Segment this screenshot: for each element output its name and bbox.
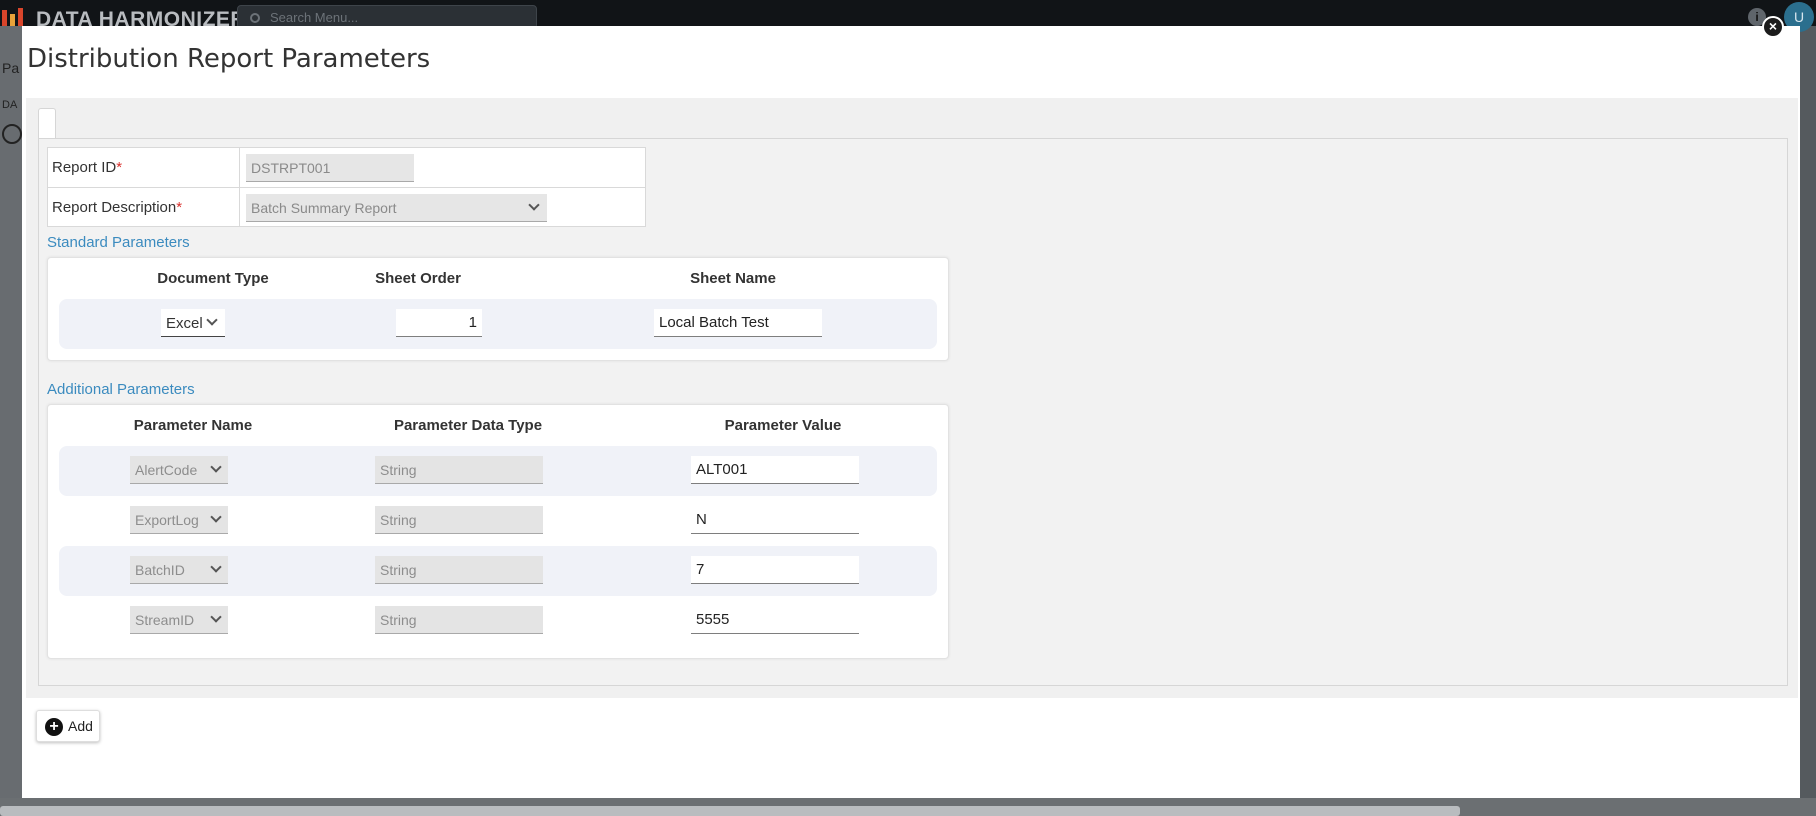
parameter-data-type-field: String bbox=[375, 556, 543, 584]
parameter-value-input[interactable]: 5555 bbox=[691, 606, 859, 634]
parameter-name-value: BatchID bbox=[135, 562, 185, 578]
chevron-down-icon bbox=[210, 611, 222, 623]
parameter-name-value: AlertCode bbox=[135, 462, 198, 478]
parameter-data-type-field: String bbox=[375, 606, 543, 634]
parameter-value-input[interactable]: 7 bbox=[691, 556, 859, 584]
report-description-label-text: Report Description bbox=[52, 199, 177, 216]
standard-parameters-row: Excel 1 Local Batch Test bbox=[59, 299, 937, 349]
column-header-sheet-name: Sheet Name bbox=[690, 270, 776, 287]
parameter-name-select: ExportLog bbox=[130, 506, 228, 534]
parameter-row: ExportLog String N bbox=[59, 496, 937, 546]
modal-title: Distribution Report Parameters bbox=[27, 44, 431, 74]
required-marker: * bbox=[176, 199, 183, 216]
parameter-name-value: ExportLog bbox=[135, 512, 199, 528]
additional-parameters-card: Parameter Name Parameter Data Type Param… bbox=[47, 404, 949, 659]
sheet-name-input[interactable]: Local Batch Test bbox=[654, 309, 822, 337]
column-header-parameter-value: Parameter Value bbox=[724, 417, 842, 434]
document-type-value: Excel bbox=[166, 315, 203, 332]
background-label: DA bbox=[2, 99, 18, 111]
additional-parameters-label: Additional Parameters bbox=[47, 381, 195, 398]
report-parameters-modal: Distribution Report Parameters Report ID… bbox=[22, 26, 1800, 798]
chevron-down-icon bbox=[210, 461, 222, 473]
add-button-label: Add bbox=[68, 718, 93, 734]
menu-search-placeholder: Search Menu... bbox=[270, 10, 359, 25]
report-info-table: Report ID* DSTRPT001 Report Description*… bbox=[47, 147, 646, 227]
column-header-sheet-order: Sheet Order bbox=[375, 270, 461, 287]
report-id-field: DSTRPT001 bbox=[246, 154, 414, 182]
chevron-down-icon bbox=[528, 199, 540, 211]
standard-parameters-card: Document Type Sheet Order Sheet Name Exc… bbox=[47, 257, 949, 361]
tab-content: Report ID* DSTRPT001 Report Description*… bbox=[38, 138, 1788, 686]
close-icon[interactable]: × bbox=[1762, 16, 1784, 38]
parameter-name-select: BatchID bbox=[130, 556, 228, 584]
parameter-name-select: AlertCode bbox=[130, 456, 228, 484]
report-description-label: Report Description* bbox=[48, 188, 240, 227]
background-breadcrumb: Pa bbox=[2, 60, 20, 76]
parameter-value-input[interactable]: N bbox=[691, 506, 859, 534]
chevron-down-icon bbox=[206, 314, 218, 326]
brand-logo-icon bbox=[2, 8, 32, 26]
add-parameter-button[interactable]: + Add bbox=[36, 710, 100, 742]
search-icon bbox=[250, 13, 260, 23]
sheet-order-input[interactable]: 1 bbox=[396, 309, 482, 337]
column-header-document-type: Document Type bbox=[157, 270, 269, 287]
document-type-select[interactable]: Excel bbox=[161, 309, 225, 337]
parameter-name-select: StreamID bbox=[130, 606, 228, 634]
chevron-down-icon bbox=[210, 511, 222, 523]
tab-parameters[interactable] bbox=[38, 108, 56, 138]
report-id-label: Report ID* bbox=[48, 148, 240, 187]
parameter-data-type-field: String bbox=[375, 456, 543, 484]
report-description-row: Report Description* Batch Summary Report bbox=[48, 188, 645, 228]
report-description-value: Batch Summary Report bbox=[251, 200, 397, 216]
app-topbar: DATA HARMONIZER Search Menu... i U bbox=[0, 0, 1816, 32]
report-id-label-text: Report ID bbox=[52, 159, 117, 176]
required-marker: * bbox=[116, 159, 123, 176]
standard-parameters-label: Standard Parameters bbox=[47, 234, 190, 251]
column-header-parameter-name: Parameter Name bbox=[133, 417, 253, 434]
report-id-row: Report ID* DSTRPT001 bbox=[48, 148, 645, 188]
background-page bbox=[0, 26, 22, 816]
modal-body-panel: Report ID* DSTRPT001 Report Description*… bbox=[26, 98, 1798, 698]
report-description-select: Batch Summary Report bbox=[246, 194, 547, 222]
parameter-row: BatchID String 7 bbox=[59, 546, 937, 596]
parameter-name-value: StreamID bbox=[135, 612, 195, 628]
parameter-row: AlertCode String ALT001 bbox=[59, 446, 937, 496]
parameter-row: StreamID String 5555 bbox=[59, 596, 937, 646]
horizontal-scrollbar[interactable] bbox=[0, 806, 1460, 816]
back-arrow-icon[interactable] bbox=[2, 124, 22, 144]
plus-circle-icon: + bbox=[45, 718, 63, 736]
parameter-value-input[interactable]: ALT001 bbox=[691, 456, 859, 484]
column-header-parameter-data-type: Parameter Data Type bbox=[393, 417, 543, 434]
chevron-down-icon bbox=[210, 561, 222, 573]
parameter-data-type-field: String bbox=[375, 506, 543, 534]
